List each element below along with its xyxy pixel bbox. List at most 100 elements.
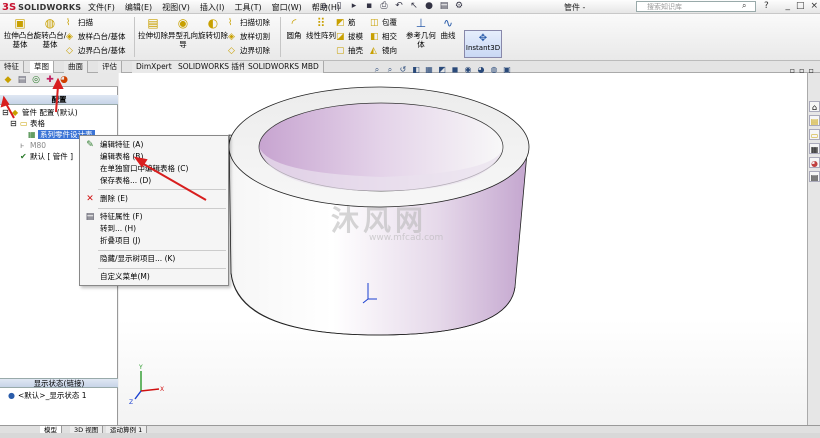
- rib-button[interactable]: ◩ 筋: [336, 17, 356, 29]
- display-state-header: 显示状态(链接): [0, 378, 118, 388]
- expand-icon[interactable]: ⊟: [2, 108, 12, 118]
- menu-item-edit-feature[interactable]: ✎ 编辑特征 (A): [80, 139, 228, 151]
- menu-item-hide-show-tree-items[interactable]: 隐藏/显示树项目... (K): [80, 253, 228, 265]
- new-icon[interactable]: ▯: [333, 1, 345, 12]
- menu-item-go-to[interactable]: 转到... (H): [80, 223, 228, 235]
- svg-text:Z: Z: [129, 399, 133, 406]
- feature-manager-tabs: ◆ ▤ ◎ ✚ ◕: [0, 73, 118, 87]
- menu-tools[interactable]: 工具(T): [230, 1, 265, 14]
- loft-boss-label: 放样凸台/基体: [78, 32, 126, 41]
- wrap-icon: ◫: [370, 18, 379, 28]
- search-icon[interactable]: ⌕: [742, 1, 746, 11]
- boundary-cut-button[interactable]: ◇ 边界切除: [228, 45, 270, 57]
- minimize-button[interactable]: _: [785, 1, 790, 11]
- open-icon[interactable]: ▸: [348, 1, 360, 12]
- extrude-boss-icon: ▣: [14, 16, 26, 30]
- property-manager-tab-icon[interactable]: ▤: [16, 74, 28, 86]
- delete-icon: ✕: [86, 194, 94, 204]
- watermark-url: www.mfcad.com: [369, 233, 444, 243]
- options-icon[interactable]: ⚙: [453, 1, 465, 12]
- edit-feature-icon: ✎: [86, 140, 94, 150]
- menu-edit[interactable]: 编辑(E): [121, 1, 156, 14]
- dimxpert-manager-tab-icon[interactable]: ✚: [44, 74, 56, 86]
- undo-icon[interactable]: ↶: [393, 1, 405, 12]
- tab-features[interactable]: 特征: [0, 61, 24, 73]
- swept-cut-button[interactable]: ⌇ 扫描切除: [228, 17, 270, 29]
- tree-item-m80[interactable]: ⱶ M80: [20, 141, 46, 151]
- tab-sketch[interactable]: 草图: [30, 61, 54, 73]
- display-manager-tab-icon[interactable]: ◕: [58, 74, 70, 86]
- menu-item-customize-menu[interactable]: 自定义菜单(M): [80, 271, 228, 283]
- menu-bar: 文件(F) 编辑(E) 视图(V) 插入(I) 工具(T) 窗口(W) 帮助(H…: [84, 1, 344, 14]
- task-pane-design-library-icon[interactable]: ▤: [809, 115, 820, 126]
- revolve-boss-button[interactable]: ◍ 旋转凸台/基体: [32, 16, 68, 60]
- shell-button[interactable]: ▢ 抽壳: [336, 45, 363, 57]
- loft-boss-button[interactable]: ◈ 放样凸台/基体: [66, 31, 126, 43]
- tab-dimxpert[interactable]: DimXpert: [132, 61, 177, 73]
- status-bar: [0, 433, 820, 438]
- lofted-cut-icon: ◈: [228, 32, 235, 42]
- save-icon[interactable]: ▪: [363, 1, 375, 12]
- solidworks-logo[interactable]: 3S SOLIDWORKS: [2, 1, 81, 13]
- design-table-icon: ▦: [28, 130, 36, 139]
- menu-view[interactable]: 视图(V): [158, 1, 194, 14]
- tree-item-tables[interactable]: ⊟ ▭ 表格: [10, 119, 45, 129]
- rebuild-icon[interactable]: ●: [423, 1, 435, 12]
- shell-icon: ▢: [336, 46, 345, 56]
- instant3d-label: Instant3D: [465, 44, 501, 52]
- menu-item-delete[interactable]: ✕ 删除 (E): [80, 193, 228, 205]
- tree-item-default[interactable]: ✔ 默认 [ 管件 ]: [20, 152, 73, 162]
- menu-item-feature-properties[interactable]: ▤ 特征属性 (F): [80, 211, 228, 223]
- curves-label: 曲线: [440, 31, 456, 40]
- menu-item-edit-table-new-window[interactable]: 在单独窗口中编辑表格 (C): [80, 163, 228, 175]
- wrap-label: 包覆: [382, 18, 397, 27]
- boundary-boss-button[interactable]: ◇ 边界凸台/基体: [66, 45, 126, 57]
- menu-window[interactable]: 窗口(W): [268, 1, 306, 14]
- command-manager: ▣ 拉伸凸台/基体 ◍ 旋转凸台/基体 ⌇ 扫描 ◈ 放样凸台/基体 ◇ 边界凸台/基…: [0, 14, 820, 61]
- sweep-button[interactable]: ⌇ 扫描: [66, 17, 93, 29]
- mirror-button[interactable]: ◭ 镜向: [370, 45, 397, 57]
- tab-solidworks-addins[interactable]: SOLIDWORKS 插件: [174, 61, 252, 73]
- task-pane-file-explorer-icon[interactable]: ▭: [809, 129, 820, 140]
- menu-insert[interactable]: 插入(I): [196, 1, 229, 14]
- close-button[interactable]: ×: [810, 1, 818, 11]
- draft-button[interactable]: ◪ 拔模: [336, 31, 363, 43]
- instant3d-button[interactable]: ✥ Instant3D: [464, 30, 502, 58]
- expand-icon[interactable]: ⊟: [10, 119, 20, 129]
- menu-separator: [98, 189, 226, 190]
- curves-icon: ∿: [442, 16, 454, 30]
- curves-button[interactable]: ∿ 曲线: [436, 16, 460, 60]
- task-pane-resources-icon[interactable]: ⌂: [809, 101, 820, 112]
- tab-solidworks-mbd[interactable]: SOLIDWORKS MBD: [244, 61, 324, 73]
- lofted-cut-button[interactable]: ◈ 放样切割: [228, 31, 270, 43]
- tab-surfaces[interactable]: 曲面: [64, 61, 88, 73]
- menu-separator: [98, 250, 226, 251]
- linear-pattern-button[interactable]: ⠿ 线性阵列: [306, 16, 336, 60]
- feature-tree-tab-icon[interactable]: ◆: [2, 74, 14, 86]
- task-pane-view-palette-icon[interactable]: ▦: [809, 143, 820, 154]
- revolve-cut-button[interactable]: ◐ 旋转切除: [195, 16, 231, 60]
- print-icon[interactable]: ⎙: [378, 1, 390, 12]
- file-properties-icon[interactable]: ▤: [438, 1, 450, 12]
- tab-evaluate[interactable]: 评估: [98, 61, 122, 73]
- select-icon[interactable]: ↖: [408, 1, 420, 12]
- home-icon[interactable]: ⌂: [318, 1, 330, 12]
- menu-file[interactable]: 文件(F): [84, 1, 119, 14]
- menu-item-collapse-items[interactable]: 折叠项目 (J): [80, 235, 228, 247]
- fillet-button[interactable]: ◜ 圆角: [282, 16, 306, 60]
- configuration-manager-tab-icon[interactable]: ◎: [30, 74, 42, 86]
- feature-properties-icon: ▤: [85, 212, 95, 222]
- display-state-item[interactable]: ● <默认>_显示状态 1: [8, 391, 86, 401]
- menu-item-save-table[interactable]: 保存表格... (D): [80, 175, 228, 187]
- tree-item-root-config[interactable]: ⊟ ◆ 管件 配置 (默认): [2, 108, 78, 118]
- menu-item-edit-table[interactable]: 编辑表格 (B): [80, 151, 228, 163]
- task-pane-custom-properties-icon[interactable]: ▤: [809, 171, 820, 182]
- wrap-button[interactable]: ◫ 包覆: [370, 17, 397, 29]
- search-input[interactable]: 搜索知识库: [636, 1, 756, 12]
- menu-item-label: 编辑表格 (B): [100, 152, 144, 161]
- task-pane-appearances-icon[interactable]: ◕: [809, 157, 820, 168]
- reference-geometry-button[interactable]: ⊥ 参考几何体: [406, 16, 436, 60]
- intersect-button[interactable]: ◧ 相交: [370, 31, 397, 43]
- maximize-button[interactable]: □: [796, 1, 805, 11]
- help-icon[interactable]: ?: [764, 1, 769, 11]
